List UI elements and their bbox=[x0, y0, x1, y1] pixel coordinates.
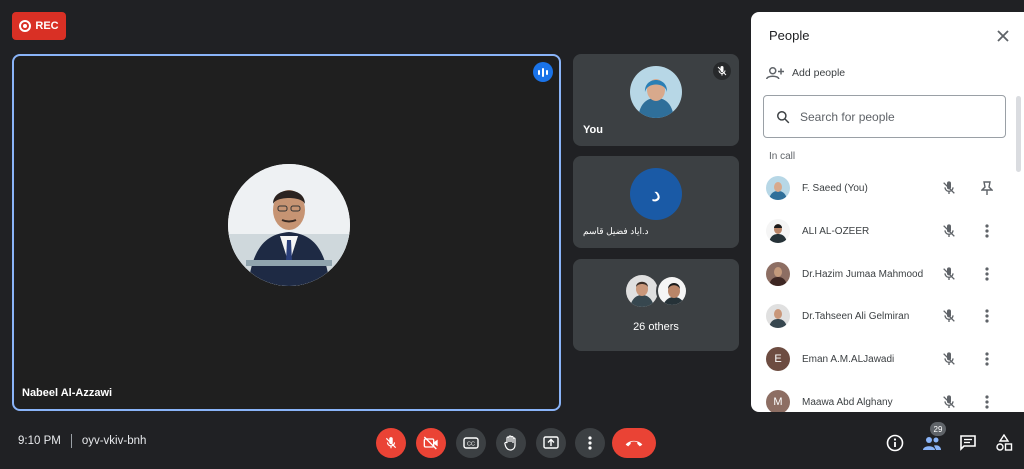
info-icon bbox=[886, 434, 904, 452]
participant-name: F. Saeed (You) bbox=[802, 182, 868, 194]
meeting-code[interactable]: oyv-vkiv-bnh bbox=[82, 435, 147, 447]
speaking-indicator-icon bbox=[533, 62, 553, 82]
in-call-section-label: In call bbox=[769, 151, 796, 162]
main-participant-avatar bbox=[228, 164, 350, 286]
mic-off-icon bbox=[943, 395, 955, 408]
search-icon bbox=[777, 110, 790, 123]
main-video-tile[interactable]: Nabeel Al-Azzawi bbox=[12, 54, 561, 411]
svg-text:CC: CC bbox=[467, 442, 475, 448]
more-options-button[interactable] bbox=[575, 428, 605, 458]
participant-count-badge: 29 bbox=[930, 422, 946, 436]
mic-toggle-button[interactable] bbox=[376, 428, 406, 458]
participant-initial-avatar: M bbox=[766, 390, 790, 412]
add-people-button[interactable]: Add people bbox=[766, 66, 845, 80]
more-vert-icon bbox=[985, 395, 989, 409]
people-button[interactable]: 29 bbox=[920, 422, 946, 455]
captions-icon: CC bbox=[463, 437, 479, 449]
participant-row[interactable]: M Maawa Abd Alghany bbox=[751, 382, 1016, 412]
search-field[interactable] bbox=[763, 95, 1006, 138]
record-icon bbox=[19, 20, 32, 32]
participant-initial-avatar: د bbox=[630, 168, 682, 220]
panel-title: People bbox=[769, 28, 810, 43]
divider bbox=[70, 434, 72, 448]
raise-hand-button[interactable] bbox=[496, 428, 526, 458]
people-panel: People Add people In call F. Saeed (You)… bbox=[751, 12, 1024, 412]
add-people-label: Add people bbox=[792, 67, 846, 79]
end-call-icon bbox=[625, 440, 643, 447]
mic-off-icon bbox=[943, 267, 955, 280]
more-options-button[interactable] bbox=[979, 223, 995, 239]
mic-off-icon bbox=[943, 181, 955, 194]
clock-time: 9:10 PM bbox=[18, 435, 61, 447]
panel-scrollbar[interactable] bbox=[1016, 96, 1021, 172]
pin-button[interactable] bbox=[979, 180, 995, 196]
present-icon bbox=[543, 436, 559, 449]
mic-off-icon bbox=[943, 309, 955, 322]
mic-off-icon bbox=[943, 352, 955, 365]
participant-avatar bbox=[766, 219, 790, 243]
camera-toggle-button[interactable] bbox=[416, 428, 446, 458]
mic-off-icon bbox=[385, 437, 397, 449]
mic-off-icon bbox=[713, 62, 731, 80]
hand-icon bbox=[504, 435, 516, 451]
more-vert-icon bbox=[985, 352, 989, 366]
participant-name: ALI AL-OZEER bbox=[802, 225, 870, 237]
pin-icon bbox=[981, 181, 993, 195]
participant-name: Eman A.M.ALJawadi bbox=[802, 353, 895, 365]
recording-label: REC bbox=[35, 20, 59, 32]
more-options-button[interactable] bbox=[979, 351, 995, 367]
participant-row[interactable]: E Eman A.M.ALJawadi bbox=[751, 339, 1016, 379]
close-icon bbox=[997, 30, 1009, 42]
more-options-button[interactable] bbox=[979, 394, 995, 410]
participant-row[interactable]: ALI AL-OZEER bbox=[751, 211, 1016, 251]
participant-avatar bbox=[766, 262, 790, 286]
chat-button[interactable] bbox=[956, 431, 980, 455]
more-vert-icon bbox=[588, 436, 592, 450]
participant-row[interactable]: Dr.Hazim Jumaa Mahmood bbox=[751, 254, 1016, 294]
participant-initial-avatar: E bbox=[766, 347, 790, 371]
self-video-tile[interactable]: You bbox=[573, 54, 739, 146]
more-vert-icon bbox=[985, 309, 989, 323]
others-tile[interactable]: 26 others bbox=[573, 259, 739, 351]
others-avatar-2 bbox=[656, 275, 688, 307]
participant-name: Dr.Tahseen Ali Gelmiran bbox=[802, 310, 910, 322]
participant-avatar bbox=[766, 304, 790, 328]
close-panel-button[interactable] bbox=[994, 27, 1012, 45]
self-avatar bbox=[630, 66, 682, 118]
participant-name: Maawa Abd Alghany bbox=[802, 396, 893, 408]
self-name: You bbox=[583, 124, 603, 136]
more-options-button[interactable] bbox=[979, 266, 995, 282]
more-vert-icon bbox=[985, 267, 989, 281]
search-input[interactable] bbox=[800, 109, 990, 124]
more-options-button[interactable] bbox=[979, 308, 995, 324]
meeting-details-button[interactable] bbox=[883, 431, 907, 455]
main-participant-name: Nabeel Al-Azzawi bbox=[22, 387, 113, 399]
others-count-label: 26 others bbox=[633, 321, 679, 333]
participant-row[interactable]: Dr.Tahseen Ali Gelmiran bbox=[751, 296, 1016, 336]
mic-off-icon bbox=[943, 224, 955, 237]
captions-button[interactable]: CC bbox=[456, 428, 486, 458]
meeting-info: 9:10 PM oyv-vkiv-bnh bbox=[18, 434, 146, 448]
present-screen-button[interactable] bbox=[536, 428, 566, 458]
participant-tile[interactable]: د د.اياد فضيل قاسم bbox=[573, 156, 739, 248]
camera-off-icon bbox=[423, 436, 438, 450]
participant-row[interactable]: F. Saeed (You) bbox=[751, 168, 1016, 208]
activities-icon bbox=[996, 434, 1013, 451]
participant-name: د.اياد فضيل قاسم bbox=[583, 226, 649, 236]
participant-name: Dr.Hazim Jumaa Mahmood bbox=[802, 268, 924, 280]
leave-call-button[interactable] bbox=[612, 428, 656, 458]
recording-badge[interactable]: REC bbox=[12, 12, 66, 40]
activities-button[interactable] bbox=[992, 431, 1016, 455]
more-vert-icon bbox=[985, 224, 989, 238]
chat-icon bbox=[960, 435, 976, 451]
others-avatar-1 bbox=[626, 275, 658, 307]
people-icon bbox=[923, 437, 941, 450]
add-person-icon bbox=[766, 67, 784, 80]
participant-avatar bbox=[766, 176, 790, 200]
